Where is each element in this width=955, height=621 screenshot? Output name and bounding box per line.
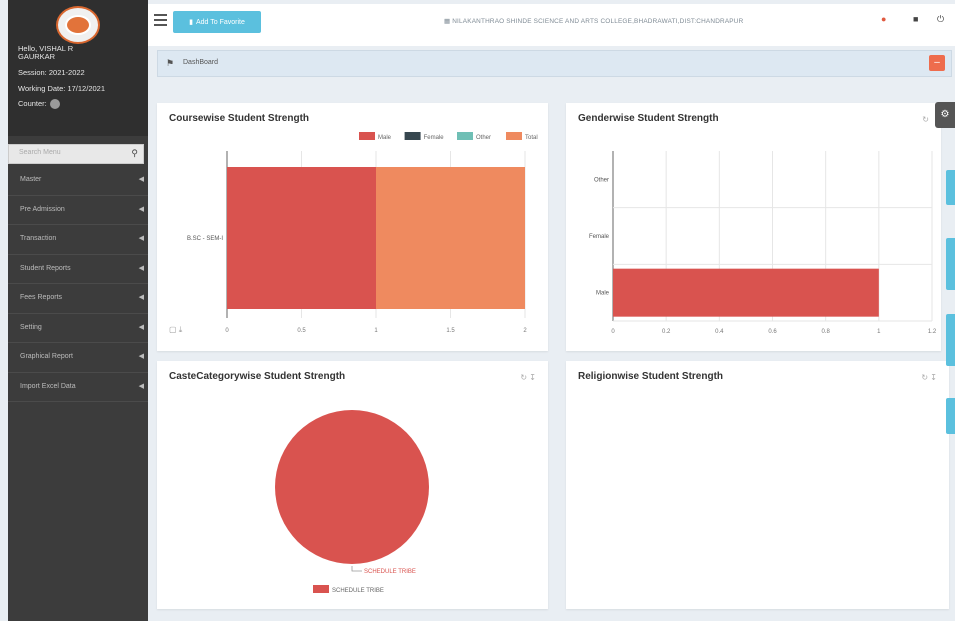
legend-label: SCHEDULE TRIBE	[332, 588, 384, 594]
x-tick-label: 0.5	[297, 328, 306, 334]
x-tick-label: 0	[225, 328, 229, 334]
card-title: Religionwise Student Strength	[578, 371, 724, 382]
religionwise-card: Religionwise Student Strength ↻ ↧	[566, 361, 949, 609]
legend-swatch	[359, 132, 375, 140]
breadcrumb-label: DashBoard	[183, 59, 219, 66]
side-tab-2[interactable]	[946, 238, 955, 290]
legend-label: Total	[525, 135, 538, 141]
sidebar-item-graphical-report[interactable]: Graphical Report ◀	[8, 343, 148, 373]
chevron-left-icon: ◀	[138, 235, 144, 242]
sidebar-item-label: Import Excel Data	[20, 382, 76, 390]
power-icon[interactable]: ⏻	[937, 14, 944, 25]
y-category-label: Male	[596, 291, 610, 297]
user-icon[interactable]: ●	[881, 14, 886, 24]
x-tick-label: 0.2	[662, 329, 671, 335]
castewise-chart: SCHEDULE TRIBE SCHEDULE TRIBE	[275, 410, 429, 594]
toolbox-icons: ▢ ⤓	[169, 325, 183, 334]
chevron-left-icon: ◀	[138, 264, 144, 272]
legend-label: Male	[378, 135, 392, 141]
x-tick-label: 0.4	[715, 329, 724, 335]
side-tab-4[interactable]	[946, 398, 955, 434]
chevron-left-icon: ◀	[138, 323, 144, 331]
user-surname: GAURKAR	[18, 52, 56, 61]
bookmark-icon: ▮	[189, 19, 193, 26]
x-tick-label: 1	[374, 328, 378, 334]
chevron-left-icon: ◀	[138, 176, 144, 183]
genderwise-chart: 0 0.2 0.4 0.6 0.8 1 1.2 Other Female Male	[589, 151, 937, 335]
sidebar-item-setting[interactable]: Setting ◀	[8, 314, 148, 343]
bar-total	[376, 167, 525, 309]
search-placeholder: Search Menu	[19, 149, 61, 156]
sidebar-item-fees-reports[interactable]: Fees Reports ◀	[8, 284, 148, 314]
refresh-download-icons[interactable]: ↻ ↧	[921, 373, 937, 382]
coursewise-chart: Male Female Other Total 0 0.5 1 1.5 2 B.SC - SEM-…	[169, 132, 538, 334]
sidebar-item-import-excel[interactable]: Import Excel Data ◀	[8, 373, 148, 402]
legend-swatch	[457, 132, 473, 140]
chevron-left-icon: ◀	[138, 294, 144, 301]
sidebar-item-student-reports[interactable]: Student Reports ◀	[8, 255, 148, 284]
sidebar-menu: Master ◀ Pre Admission ◀ Transaction ◀ Stud…	[8, 166, 148, 402]
bar-male	[613, 268, 879, 317]
x-tick-label: 0.8	[821, 329, 830, 335]
sidebar-item-master[interactable]: Master ◀	[8, 166, 148, 196]
sidebar-item-label: Transaction	[20, 235, 57, 242]
y-category-label: Other	[594, 177, 609, 183]
legend-swatch	[313, 585, 329, 593]
legend-swatch	[506, 132, 522, 140]
x-tick-label: 1.2	[928, 329, 937, 335]
settings-gear-icon[interactable]: ⚙	[935, 102, 955, 128]
counter-label: Counter:	[18, 99, 47, 108]
breadcrumb: ⚑ DashBoard –	[157, 50, 952, 77]
x-tick-label: 0.6	[768, 329, 777, 335]
pie-slice	[275, 410, 429, 564]
pie-slice-label: SCHEDULE TRIBE	[364, 569, 416, 575]
sidebar-item-transaction[interactable]: Transaction ◀	[8, 225, 148, 255]
counter-icon	[49, 99, 60, 110]
sidebar-item-label: Setting	[20, 323, 42, 331]
tag-icon: ⚑	[166, 58, 175, 68]
sidebar-item-pre-admission[interactable]: Pre Admission ◀	[8, 196, 148, 225]
search-icon[interactable]: ⚲	[131, 148, 138, 159]
side-tab-3[interactable]	[946, 314, 955, 366]
side-tab-1[interactable]	[946, 170, 955, 205]
chevron-left-icon: ◀	[138, 382, 144, 390]
college-name-text: NILAKANTHRAO SHINDE SCIENCE AND ARTS COL…	[452, 18, 744, 25]
coursewise-card: Coursewise Student Strength Male Female Ot…	[157, 103, 548, 351]
pie-label-line	[351, 566, 362, 572]
y-category-label: Female	[589, 234, 610, 240]
sidebar-item-label: Pre Admission	[20, 205, 65, 213]
college-name: ▦ NILAKANTHRAO SHINDE SCIENCE AND ARTS C…	[444, 17, 743, 25]
chevron-left-icon: ◀	[138, 353, 144, 360]
legend-swatch	[404, 132, 421, 140]
genderwise-card: Genderwise Student Strength ↻ 0 0.2 0.4 0.6…	[566, 103, 941, 351]
working-date: Working Date: 17/12/2021	[18, 84, 106, 93]
legend-label: Female	[424, 135, 445, 141]
x-tick-label: 1	[877, 329, 881, 335]
castewise-card: CasteCategorywise Student Strength ↻ ↧ S…	[157, 361, 548, 609]
building-icon: ▦	[444, 18, 453, 25]
sidebar-item-label: Fees Reports	[20, 294, 63, 301]
home-icon[interactable]: ■	[913, 14, 918, 24]
x-tick-label: 1.5	[446, 328, 455, 334]
college-logo	[56, 6, 100, 44]
session-text: Session: 2021-2022	[18, 68, 85, 77]
x-tick-label: 2	[523, 328, 527, 334]
minimize-button[interactable]: –	[929, 55, 945, 71]
chevron-left-icon: ◀	[138, 205, 144, 213]
y-category-label: B.SC - SEM-I	[187, 236, 223, 242]
add-to-favorite-button[interactable]: ▮ Add To Favorite	[173, 11, 261, 33]
top-bar: ▮ Add To Favorite ▦ NILAKANTHRAO SHINDE S…	[148, 4, 955, 46]
x-tick-label: 0	[611, 329, 615, 335]
legend-label: Other	[476, 135, 491, 141]
menu-search-input[interactable]: Search Menu ⚲	[8, 144, 144, 164]
add-to-favorite-label: Add To Favorite	[195, 18, 245, 26]
sidebar-item-label: Graphical Report	[20, 353, 73, 360]
user-profile: Hello, VISHAL R GAURKAR Session: 2021-20…	[8, 0, 148, 136]
hamburger-menu-icon[interactable]	[154, 14, 167, 29]
bar-male	[227, 167, 376, 309]
sidebar-item-label: Student Reports	[20, 264, 71, 272]
sidebar-item-label: Master	[20, 176, 42, 183]
